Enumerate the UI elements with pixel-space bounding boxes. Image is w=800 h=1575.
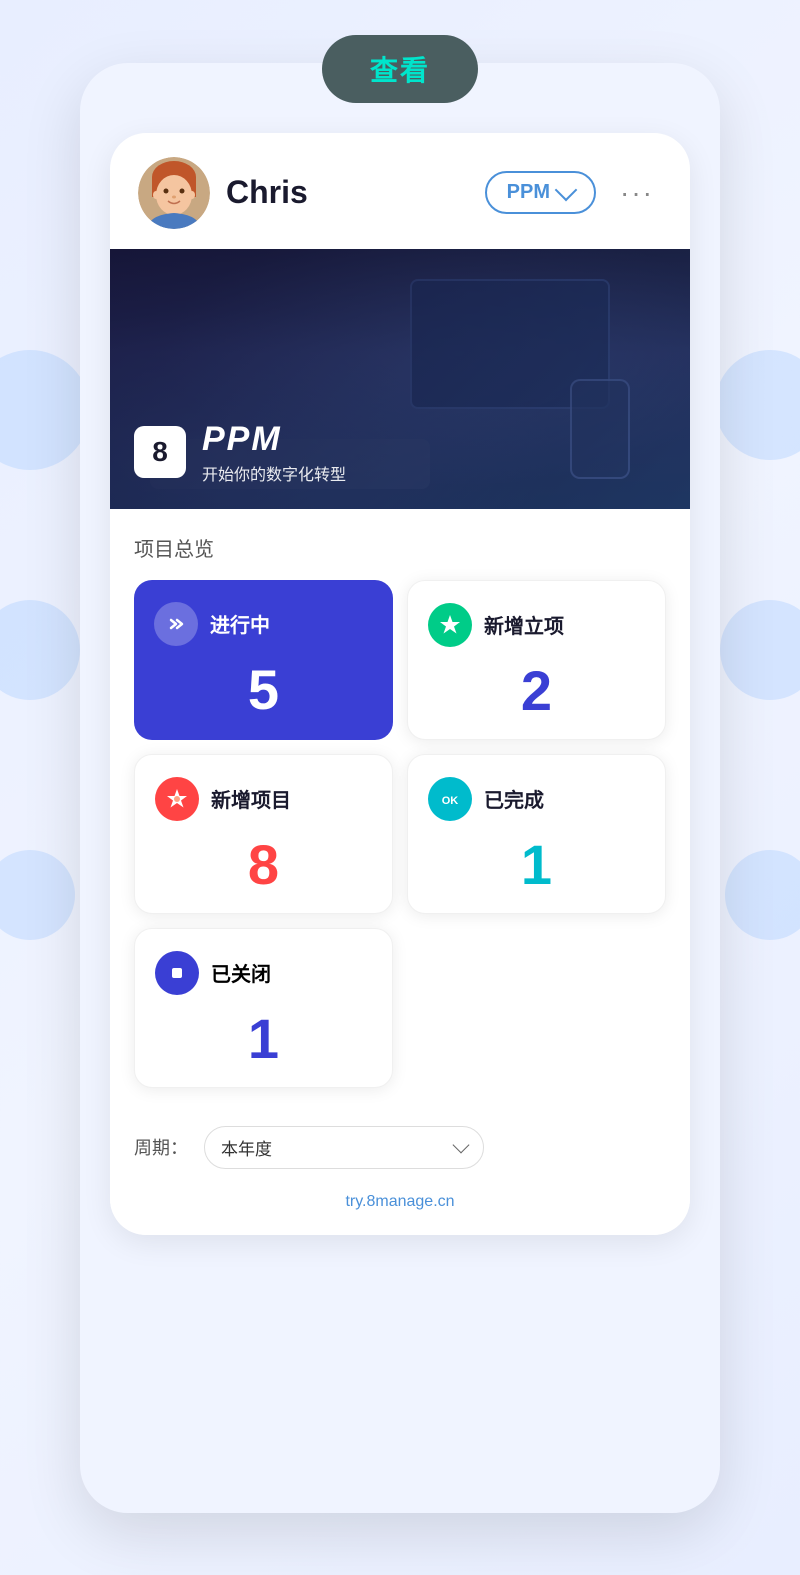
new-projects-label: 新增立项 [484, 610, 564, 639]
ppm-dropdown-label: PPM [507, 181, 550, 204]
footer-link[interactable]: try.8manage.cn [110, 1179, 690, 1235]
brand-icon: 8 [134, 426, 186, 478]
closed-icon [155, 951, 199, 995]
more-button[interactable]: ··· [612, 177, 662, 209]
stat-card-closed[interactable]: 已关闭 1 [134, 928, 393, 1088]
period-select[interactable]: 本年度 [204, 1126, 484, 1169]
brand-tagline: 开始你的数字化转型 [202, 461, 346, 485]
main-card: Chris PPM ··· 8 PPM 开始你的数字化转型 [110, 133, 690, 1235]
added-items-icon [155, 777, 199, 821]
in-progress-label: 进行中 [210, 609, 270, 638]
completed-icon: OK [428, 777, 472, 821]
bg-decoration [720, 600, 800, 700]
added-items-value: 8 [155, 837, 372, 893]
closed-label: 已关闭 [211, 958, 271, 987]
added-items-label: 新增项目 [211, 784, 291, 813]
new-projects-value: 2 [428, 663, 645, 719]
top-pill-label: 查看 [370, 55, 430, 86]
stat-header: 进行中 [154, 602, 373, 646]
stat-header: 新增立项 [428, 603, 645, 647]
banner-content: 8 PPM 开始你的数字化转型 [134, 420, 346, 485]
header-row: Chris PPM ··· [110, 133, 690, 249]
new-projects-icon [428, 603, 472, 647]
bg-decoration [715, 350, 800, 460]
stats-section: 项目总览 进行中 5 [110, 509, 690, 1108]
stat-card-added-items[interactable]: 新增项目 8 [134, 754, 393, 914]
in-progress-icon [154, 602, 198, 646]
bg-decoration [0, 850, 75, 940]
user-name: Chris [226, 174, 469, 211]
completed-label: 已完成 [484, 784, 544, 813]
brand-name: PPM [202, 420, 346, 459]
in-progress-value: 5 [154, 662, 373, 718]
ppm-dropdown[interactable]: PPM [485, 171, 596, 214]
stat-header: 已关闭 [155, 951, 372, 995]
banner: 8 PPM 开始你的数字化转型 [110, 249, 690, 509]
stat-header: 新增项目 [155, 777, 372, 821]
period-label: 周期： [134, 1134, 188, 1160]
stat-card-new-projects[interactable]: 新增立项 2 [407, 580, 666, 740]
stat-card-completed[interactable]: OK 已完成 1 [407, 754, 666, 914]
stats-grid: 进行中 5 新增立项 2 [134, 580, 666, 914]
brand-text: PPM 开始你的数字化转型 [202, 420, 346, 485]
chevron-down-icon [555, 179, 578, 202]
period-value: 本年度 [221, 1135, 272, 1160]
bg-decoration [0, 600, 80, 700]
phone-container: 查看 [80, 63, 720, 1513]
section-title: 项目总览 [134, 533, 666, 562]
period-row: 周期： 本年度 [110, 1108, 690, 1179]
closed-value: 1 [155, 1011, 372, 1067]
svg-text:OK: OK [442, 795, 459, 807]
avatar [138, 157, 210, 229]
bg-decoration [0, 350, 90, 470]
bg-decoration [725, 850, 800, 940]
completed-value: 1 [428, 837, 645, 893]
stat-header: OK 已完成 [428, 777, 645, 821]
footer-link-text: try.8manage.cn [345, 1193, 454, 1210]
brand-number: 8 [152, 436, 168, 468]
period-chevron-icon [453, 1136, 470, 1153]
top-pill-button[interactable]: 查看 [322, 35, 478, 103]
stat-card-in-progress[interactable]: 进行中 5 [134, 580, 393, 740]
